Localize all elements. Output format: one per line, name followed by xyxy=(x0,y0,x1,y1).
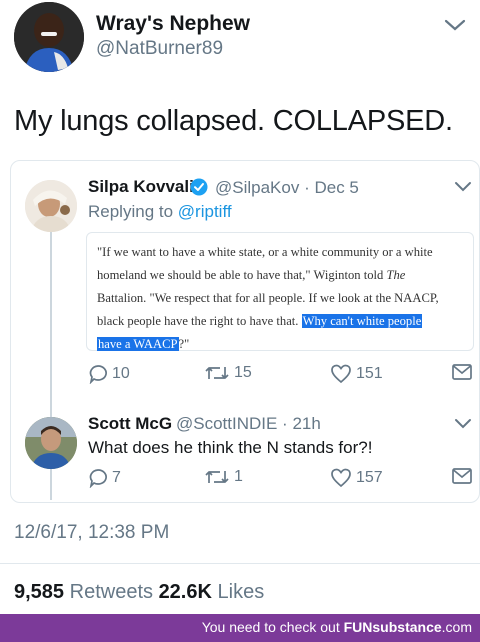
reply-button[interactable]: 10 xyxy=(88,364,130,384)
reply-icon xyxy=(89,469,107,488)
retweets-count[interactable]: 9,585 xyxy=(14,581,64,603)
author-handle[interactable]: @NatBurner89 xyxy=(96,38,223,60)
retweet-button[interactable]: 1 xyxy=(204,468,243,486)
article-highlight-2: have a WAACP xyxy=(97,337,179,351)
reply-count: 10 xyxy=(112,365,130,382)
article-line-5-end: ?" xyxy=(178,337,190,351)
retweet-count: 1 xyxy=(234,468,243,485)
mail-icon xyxy=(452,468,472,484)
replying-to-line: Replying to @riptiff xyxy=(88,202,232,222)
heart-icon xyxy=(331,364,351,384)
article-line-4: black people have the right to have that… xyxy=(97,310,463,333)
silpa-date[interactable]: · Dec 5 xyxy=(304,178,359,197)
replying-mention-link[interactable]: @riptiff xyxy=(178,202,232,221)
scott-name[interactable]: Scott McG xyxy=(88,414,172,434)
silpa-avatar[interactable] xyxy=(25,180,77,232)
silpa-handle-and-date[interactable]: @SilpaKov · Dec 5 xyxy=(215,178,359,198)
article-line-1: "If we want to have a white state, or a … xyxy=(97,245,433,259)
direct-message-button[interactable] xyxy=(452,364,472,380)
retweets-label[interactable]: Retweets xyxy=(70,581,153,603)
retweet-icon xyxy=(205,471,229,483)
silpa-action-bar: 10 15 151 xyxy=(86,364,476,386)
likes-label[interactable]: Likes xyxy=(218,581,265,603)
quoted-article-image[interactable]: "If we want to have a white state, or a … xyxy=(86,232,474,351)
like-button[interactable]: 151 xyxy=(330,364,383,384)
divider xyxy=(0,563,480,564)
replying-prefix: Replying to xyxy=(88,202,174,221)
silpa-handle[interactable]: @SilpaKov xyxy=(215,178,299,197)
article-line-4-text: black people have the right to have that… xyxy=(97,314,302,328)
heart-icon xyxy=(331,468,351,488)
watermark-brand: FUNsubstance xyxy=(343,619,442,635)
scott-handle[interactable]: @ScottINDIE · 21h xyxy=(176,414,321,434)
chevron-down-icon[interactable] xyxy=(444,18,466,32)
watermark-prefix: You need to check out xyxy=(201,619,344,635)
article-line-3: Battalion. "We respect that for all peop… xyxy=(97,291,439,305)
scott-reply-text: What does he think the N stands for?! xyxy=(88,438,373,457)
tweet-stats: 9,585 Retweets 22.6K Likes xyxy=(14,581,264,604)
silpa-name[interactable]: Silpa Kovvali xyxy=(88,177,194,197)
article-line-5: have a WAACP?" xyxy=(97,333,463,356)
article-italic-word: The xyxy=(386,268,406,282)
retweet-count: 15 xyxy=(234,364,252,381)
watermark-suffix: .com xyxy=(441,619,472,635)
article-line-2: homeland we should be able to have that,… xyxy=(97,264,463,287)
retweet-button[interactable]: 15 xyxy=(204,364,252,382)
reply-icon xyxy=(89,365,107,384)
author-name[interactable]: Wray's Nephew xyxy=(96,12,250,36)
reply-button[interactable]: 7 xyxy=(88,468,121,488)
scott-action-bar: 7 1 157 xyxy=(86,468,476,490)
article-highlight-1: Why can't white people xyxy=(301,314,423,328)
likes-count[interactable]: 22.6K xyxy=(159,581,212,603)
scott-avatar[interactable] xyxy=(25,417,77,469)
chevron-down-icon[interactable] xyxy=(454,181,472,193)
author-avatar[interactable] xyxy=(14,2,84,72)
watermark-text: You need to check out FUNsubstance.com xyxy=(202,619,472,635)
mail-icon xyxy=(452,364,472,380)
reply-count: 7 xyxy=(112,469,121,486)
direct-message-button[interactable] xyxy=(452,468,472,484)
retweet-icon xyxy=(205,367,229,379)
like-count: 151 xyxy=(356,365,383,382)
verified-badge-icon xyxy=(190,178,208,196)
tweet-timestamp[interactable]: 12/6/17, 12:38 PM xyxy=(14,522,169,544)
article-line-2-text: homeland we should be able to have that,… xyxy=(97,268,387,282)
like-button[interactable]: 157 xyxy=(330,468,383,488)
tweet-text: My lungs collapsed. COLLAPSED. xyxy=(14,105,453,137)
chevron-down-icon[interactable] xyxy=(454,418,472,430)
like-count: 157 xyxy=(356,469,383,486)
watermark-footer: You need to check out FUNsubstance.com xyxy=(0,614,480,642)
